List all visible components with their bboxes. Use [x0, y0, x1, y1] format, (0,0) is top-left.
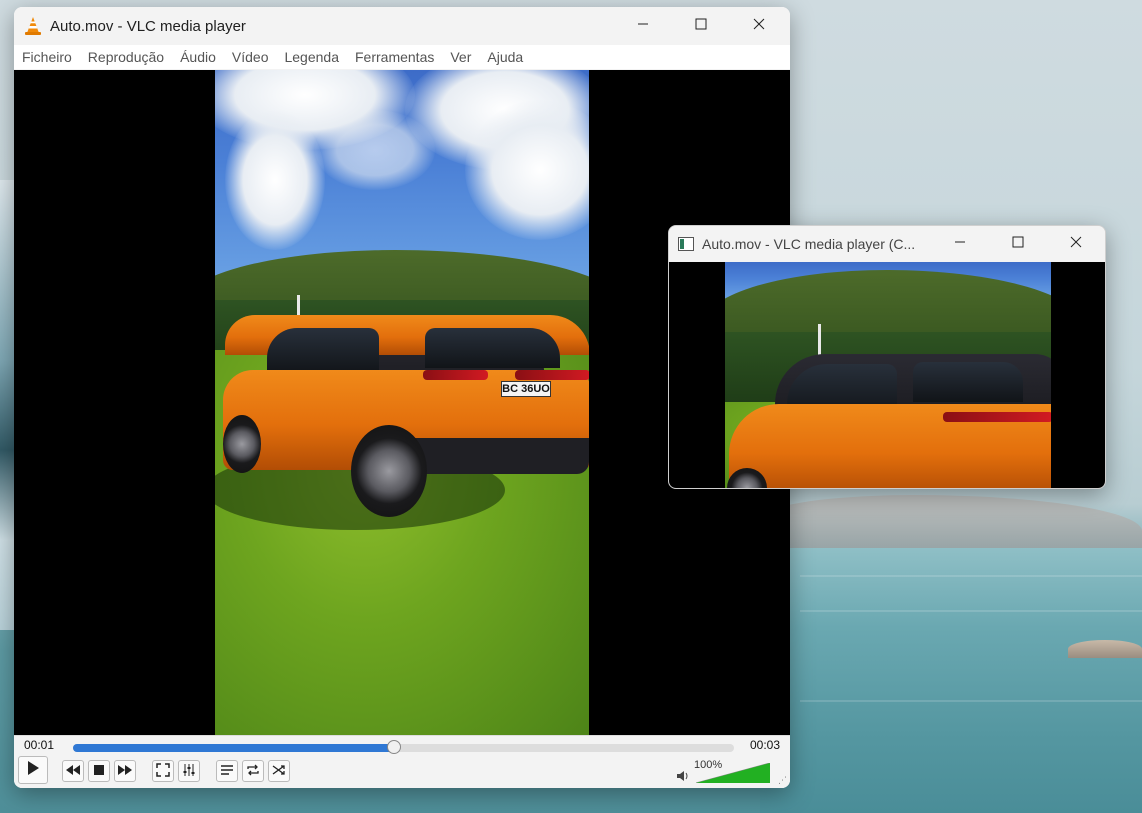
taillight [943, 412, 1051, 422]
title-bar[interactable]: Auto.mov - VLC media player (C... [669, 226, 1105, 262]
seek-bar[interactable] [73, 740, 734, 754]
close-button[interactable] [730, 7, 788, 45]
taillight-right [515, 370, 589, 380]
window-app-icon [678, 237, 694, 251]
minimize-icon [954, 235, 966, 253]
close-button[interactable] [1047, 226, 1105, 262]
lake-reflection [800, 575, 1142, 577]
minimize-button[interactable] [931, 226, 989, 262]
maximize-button[interactable] [989, 226, 1047, 262]
menu-video[interactable]: Vídeo [224, 49, 277, 65]
license-plate: BC 36UO [501, 381, 551, 397]
stop-icon [94, 764, 104, 778]
car-rear-window [913, 362, 1023, 402]
seek-bar-handle[interactable] [386, 740, 401, 754]
car-side-window [267, 328, 379, 374]
speaker-icon[interactable] [676, 770, 690, 785]
rear-bumper [405, 438, 589, 474]
lake-reflection [800, 700, 1142, 702]
minimize-button[interactable] [614, 7, 672, 45]
extended-settings-icon [182, 763, 196, 780]
maximize-icon [1012, 235, 1024, 253]
desktop-left-scenery [0, 180, 14, 630]
seek-bar-fill [73, 744, 394, 752]
desktop-lake [760, 548, 1142, 813]
next-button[interactable] [114, 760, 136, 782]
title-bar[interactable]: Auto.mov - VLC media player [14, 7, 790, 45]
menu-ferramentas[interactable]: Ferramentas [347, 49, 442, 65]
volume-slider[interactable] [696, 763, 770, 783]
video-frame [725, 262, 1051, 488]
total-time: 00:03 [750, 738, 781, 752]
elapsed-time: 00:01 [24, 738, 55, 752]
menu-bar: Ficheiro Reprodução Áudio Vídeo Legenda … [14, 45, 790, 69]
desktop-reed [1068, 640, 1142, 658]
menu-reproducao[interactable]: Reprodução [80, 49, 172, 65]
minimize-icon [637, 17, 649, 35]
loop-icon [246, 764, 260, 779]
cloud [225, 110, 325, 250]
next-icon [118, 764, 132, 778]
lake-reflection [800, 610, 1142, 612]
menu-ficheiro[interactable]: Ficheiro [14, 49, 80, 65]
car-rear-window [425, 328, 560, 368]
fullscreen-icon [156, 762, 170, 780]
extended-settings-button[interactable] [178, 760, 200, 782]
window-title: Auto.mov - VLC media player (C... [702, 236, 916, 252]
playlist-icon [220, 764, 234, 779]
menu-ajuda[interactable]: Ajuda [479, 49, 531, 65]
menu-audio[interactable]: Áudio [172, 49, 224, 65]
play-icon [26, 760, 40, 780]
front-wheel [223, 415, 261, 473]
maximize-icon [695, 17, 707, 35]
menu-ver[interactable]: Ver [442, 49, 479, 65]
previous-button[interactable] [62, 760, 84, 782]
close-icon [1070, 235, 1082, 253]
play-button[interactable] [18, 756, 48, 784]
stop-button[interactable] [88, 760, 110, 782]
shuffle-icon [272, 764, 286, 779]
shuffle-button[interactable] [268, 760, 290, 782]
rear-wheel [351, 425, 427, 517]
vlc-secondary-window: Auto.mov - VLC media player (C... [668, 225, 1106, 489]
desktop-hills [760, 495, 1142, 555]
menu-legenda[interactable]: Legenda [276, 49, 347, 65]
vlc-cone-icon [24, 16, 42, 36]
previous-icon [66, 764, 80, 778]
resize-grip[interactable]: ⋰ [778, 776, 788, 786]
taillight-left [423, 370, 488, 380]
video-frame: BC 36UO [215, 70, 589, 736]
cloud [315, 110, 435, 190]
fullscreen-button[interactable] [152, 760, 174, 782]
window-title: Auto.mov - VLC media player [50, 17, 246, 35]
control-bar: 00:01 00:03 100% ⋰ [14, 735, 790, 788]
loop-button[interactable] [242, 760, 264, 782]
playlist-button[interactable] [216, 760, 238, 782]
close-icon [753, 17, 765, 35]
maximize-button[interactable] [672, 7, 730, 45]
video-area[interactable] [669, 262, 1105, 488]
